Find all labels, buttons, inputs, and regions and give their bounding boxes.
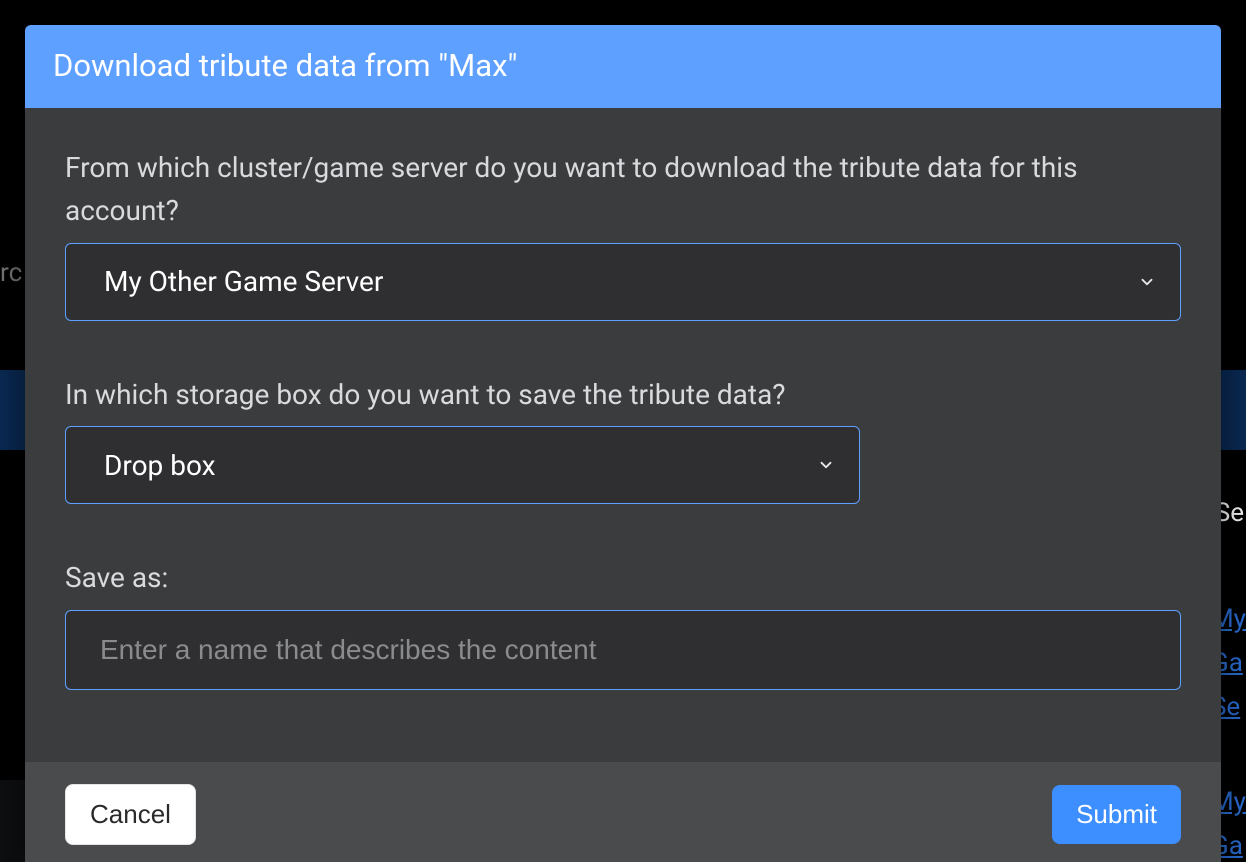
cancel-button[interactable]: Cancel [65,784,196,845]
save-as-form-group: Save as: [65,556,1181,689]
storage-select-value: Drop box [104,449,216,482]
chevron-down-icon [815,454,837,476]
cluster-select[interactable]: My Other Game Server [65,243,1181,321]
cluster-select-label: From which cluster/game server do you wa… [65,146,1181,233]
download-tribute-modal: Download tribute data from "Max" From wh… [25,25,1221,862]
storage-select-label: In which storage box do you want to save… [65,373,1181,416]
cluster-select-value: My Other Game Server [104,265,383,298]
modal-footer: Cancel Submit [25,762,1221,862]
storage-form-group: In which storage box do you want to save… [65,373,1181,504]
save-as-label: Save as: [65,556,1181,599]
chevron-down-icon [1136,271,1158,293]
storage-select[interactable]: Drop box [65,426,860,504]
cluster-form-group: From which cluster/game server do you wa… [65,146,1181,321]
bg-text-fragment: rc [0,258,22,288]
save-as-input[interactable] [65,610,1181,690]
submit-button[interactable]: Submit [1052,785,1181,844]
modal-title: Download tribute data from "Max" [25,25,1221,108]
modal-body: From which cluster/game server do you wa… [25,108,1221,762]
